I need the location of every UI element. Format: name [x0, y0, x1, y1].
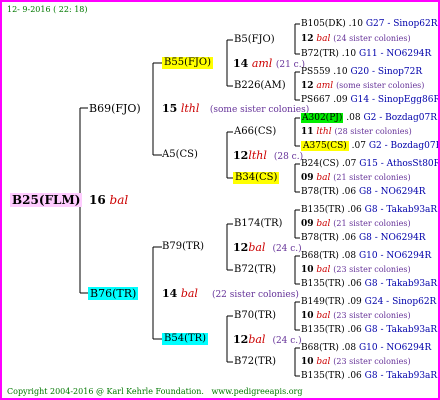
footer-copyright: Copyright 2004-2016 @ Karl Kehrle Founda… — [7, 387, 303, 396]
gen2-queen-label[interactable]: B55(FJO) — [162, 57, 214, 69]
gen4-info: 11 lthl (28 sister colonies) — [301, 127, 412, 137]
gen4-top-entry[interactable]: PS559 .10 G20 - Sinop72R — [301, 67, 422, 78]
gen2-queen-info: 14 aml (21 c.) — [233, 57, 306, 70]
gen2-queen-label[interactable]: B79(TR) — [162, 241, 204, 253]
gen4-bottom-entry[interactable]: B135(TR) .06 G8 - Takab93aR — [301, 279, 437, 290]
gen4-info: 09 bal (21 sister colonies) — [301, 173, 411, 183]
gen2-queen-label[interactable]: A5(CS) — [162, 149, 198, 161]
gen4-bottom-entry[interactable]: PS667 .09 G14 - SinopEgg86R — [301, 95, 438, 106]
gen4-info: 12 aml (some sister colonies) — [301, 81, 425, 91]
gen4-info: 10 bal (23 sister colonies) — [301, 311, 411, 321]
gen2-queen-info: 12lthl (28 c.) — [233, 149, 304, 162]
gen4-bottom-entry[interactable]: B72(TR) .10 G11 - NO6294R — [301, 49, 431, 60]
gen4-info: 10 bal (23 sister colonies) — [301, 265, 411, 275]
gen4-info: 10 bal (23 sister colonies) — [301, 357, 411, 367]
gen4-bottom-entry[interactable]: B78(TR) .06 G8 - NO6294R — [301, 233, 426, 244]
gen2-queen-info: 12bal (24 c.) — [233, 241, 302, 254]
gen1-queen-label[interactable]: B76(TR) — [88, 287, 139, 300]
gen3-queen-label[interactable]: A66(CS) — [234, 126, 276, 138]
gen4-bottom-entry[interactable]: B135(TR) .06 G8 - Takab93aR — [301, 371, 437, 382]
report-date: 12- 9-2016 ( 22: 18) — [7, 5, 88, 14]
gen4-top-entry[interactable]: B105(DK) .10 G27 - Sinop62R — [301, 19, 438, 30]
gen3-queen-label[interactable]: B174(TR) — [234, 218, 282, 230]
gen2-queen-label[interactable]: B54(TR) — [162, 333, 209, 345]
root-queen-label[interactable]: B25(FLM) — [10, 193, 83, 207]
gen1-queen-info: 15 lthl (some sister colonies) — [162, 102, 310, 115]
gen1-queen-info: 14 bal (22 sister colonies) — [162, 287, 299, 300]
gen4-info: 12 bal (24 sister colonies) — [301, 34, 411, 44]
gen4-top-entry[interactable]: B135(TR) .06 G8 - Takab93aR — [301, 205, 437, 216]
gen3-queen-label[interactable]: B72(TR) — [234, 264, 276, 276]
gen4-top-entry[interactable]: B149(TR) .09 G24 - Sinop62R — [301, 297, 436, 308]
footer-url[interactable]: www.pedigreeapis.org — [212, 387, 303, 396]
gen3-queen-label[interactable]: B70(TR) — [234, 310, 276, 322]
gen3-queen-label[interactable]: B5(FJO) — [234, 34, 275, 46]
gen3-queen-label[interactable]: B72(TR) — [234, 356, 276, 368]
gen4-top-entry[interactable]: B24(CS) .07 G15 - AthosSt80R — [301, 159, 438, 170]
gen2-queen-info: 12bal (24 c.) — [233, 333, 302, 346]
gen4-bottom-entry[interactable]: A375(CS) .07 G2 - Bozdag07R — [301, 141, 438, 152]
gen4-info: 09 bal (21 sister colonies) — [301, 219, 411, 229]
gen4-bottom-entry[interactable]: B78(TR) .06 G8 - NO6294R — [301, 187, 426, 198]
gen4-top-entry[interactable]: B68(TR) .08 G10 - NO6294R — [301, 343, 431, 354]
pedigree-frame: 12- 9-2016 ( 22: 18) Copyright 2004-2016… — [0, 0, 440, 400]
gen3-queen-label[interactable]: B226(AM) — [234, 80, 286, 92]
gen4-top-entry[interactable]: A302(PJ) .08 G2 - Bozdag07R — [301, 113, 437, 124]
gen3-queen-label[interactable]: B34(CS) — [233, 172, 280, 184]
gen1-queen-label[interactable]: B69(FJO) — [89, 102, 141, 115]
gen4-top-entry[interactable]: B68(TR) .08 G10 - NO6294R — [301, 251, 431, 262]
gen4-bottom-entry[interactable]: B135(TR) .06 G8 - Takab93aR — [301, 325, 437, 336]
root-queen-info: 16 bal — [89, 193, 129, 207]
